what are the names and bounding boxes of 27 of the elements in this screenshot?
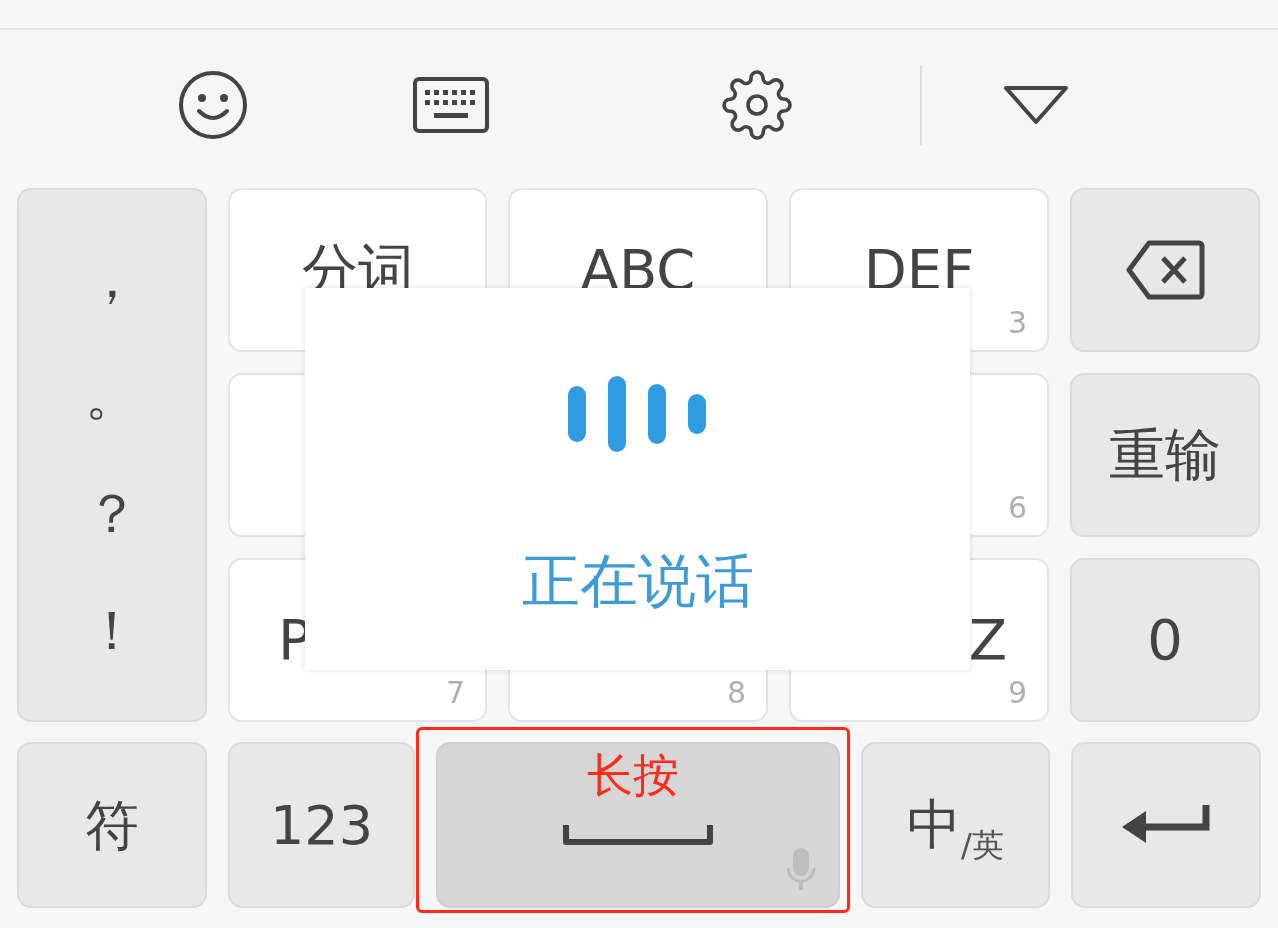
- voice-status: 正在说话: [521, 552, 754, 610]
- key-digit: 3: [1007, 308, 1027, 338]
- punctuation-symbol[interactable]: ？: [85, 486, 139, 541]
- triangle-down-icon: [1003, 85, 1069, 125]
- keyboard-key[interactable]: 重输: [1070, 373, 1260, 537]
- settings-icon: [721, 69, 793, 141]
- punctuation-symbol[interactable]: ！: [85, 604, 139, 659]
- key-digit: 6: [1007, 493, 1027, 523]
- enter-key[interactable]: [1071, 742, 1261, 908]
- keyboard-icon: [412, 76, 490, 134]
- keyboard-key[interactable]: 0: [1070, 558, 1260, 722]
- keyboard-key[interactable]: 符: [17, 742, 207, 908]
- space-key[interactable]: [436, 742, 840, 908]
- space-bar-icon: [562, 823, 714, 847]
- key-digit: 9: [1007, 678, 1027, 708]
- smiley-icon: [177, 69, 249, 141]
- annotation-label: 长按: [586, 752, 680, 798]
- keyboard-key[interactable]: 123: [228, 742, 415, 908]
- voice-wave-icon: [567, 376, 708, 452]
- key-digit: 7: [445, 678, 465, 708]
- backspace-key[interactable]: [1070, 188, 1260, 352]
- key-digit: 8: [726, 678, 746, 708]
- punctuation-key[interactable]: ， 。 ？ ！: [17, 188, 207, 722]
- backspace-icon: [1125, 239, 1205, 301]
- punctuation-symbol[interactable]: 。: [85, 369, 139, 424]
- punctuation-symbol[interactable]: ，: [85, 251, 139, 306]
- microphone-icon: [784, 846, 818, 892]
